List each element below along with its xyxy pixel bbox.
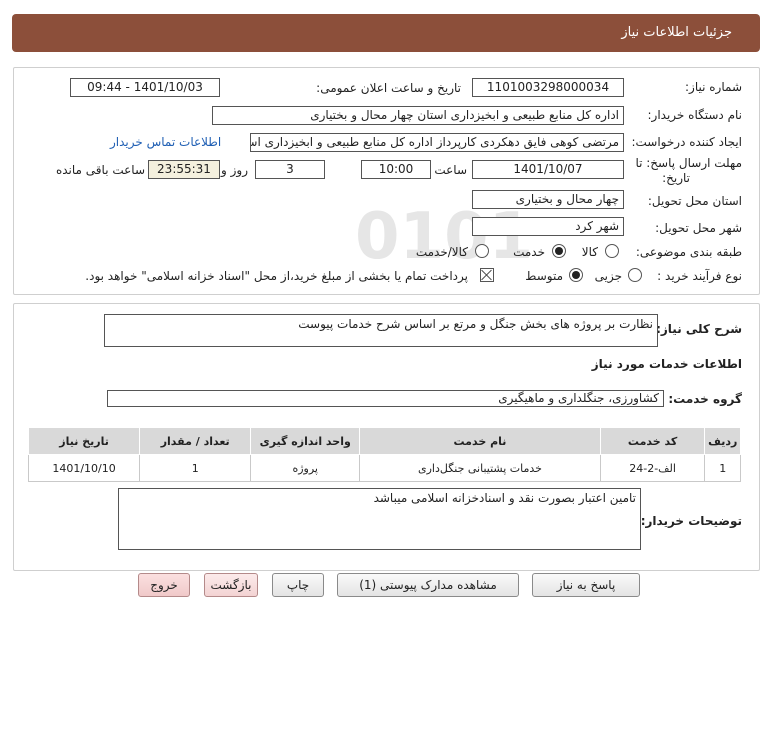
cell-name: خدمات پشتیبانی جنگل‌داری [359,454,601,482]
buyer-label: نام دستگاه خریدار: [647,108,743,122]
buyer-notes-label: توضیحات خریدار: [640,514,742,528]
deadline-label-date: تاریخ: [662,171,690,185]
col-header-unit: واحد اندازه گیری [250,427,361,455]
back-button[interactable]: بازگشت [204,573,258,597]
service-group-label: گروه خدمت: [668,392,742,406]
buyer-contact-link[interactable]: اطلاعات تماس خریدار [110,135,221,149]
table-header-row: ردیف کد خدمت نام خدمت واحد اندازه گیری ت… [27,427,741,455]
col-header-qty: تعداد / مقدار [139,427,252,455]
time-remaining-field: 23:55:31 [148,160,220,179]
need-number-field: 1101003298000034 [472,78,624,97]
col-header-date: تاریخ نیاز [27,427,141,455]
reply-button[interactable]: پاسخ به نیاز [532,573,640,597]
service-group-field: کشاورزی، جنگلداری و ماهیگیری [107,390,664,407]
page-header: جزئیات اطلاعات نیاز [12,14,760,52]
category-option-goods: کالا [581,245,598,259]
cell-unit: پروژه [250,454,361,482]
days-label: روز و [221,163,248,177]
deadline-time-field: 10:00 [361,160,431,179]
attachments-button[interactable]: مشاهده مدارک پیوستی (1) [337,573,519,597]
time-remaining-label: ساعت باقی مانده [55,163,145,177]
print-button[interactable]: چاپ [272,573,324,597]
buyer-notes-field: تامین اعتبار بصورت نقد و اسنادخزانه اسلا… [118,488,641,550]
process-option-minor: جزیی [594,269,622,283]
category-radio-goods-service[interactable] [475,244,489,258]
summary-label: شرح کلی نیاز: [656,322,742,336]
col-header-row: ردیف [704,427,741,455]
col-header-code: کد خدمت [599,427,706,455]
process-option-medium: متوسط [525,269,563,283]
deadline-label: مهلت ارسال پاسخ: تا [635,156,742,170]
cell-row: 1 [704,454,741,482]
category-radio-goods[interactable] [605,244,619,258]
process-label: نوع فرآیند خرید : [657,269,742,283]
buyer-field: اداره کل منابع طبیعی و ابخیزداری استان چ… [212,106,624,125]
services-table: ردیف کد خدمت نام خدمت واحد اندازه گیری ت… [27,427,741,482]
deadline-time-label: ساعت [434,163,467,177]
province-field: چهار محال و بختیاری [472,190,624,209]
need-info-panel [13,67,760,295]
category-option-service: خدمت [513,245,545,259]
cell-date: 1401/10/10 [27,454,141,482]
creator-field: مرتضی کوهی فایق دهکردی کارپرداز اداره کل… [250,133,624,152]
need-number-label: شماره نیاز: [685,80,742,94]
deadline-date-field: 1401/10/07 [472,160,624,179]
process-radio-minor[interactable] [628,268,642,282]
table-row: 1 الف-2-24 خدمات پشتیبانی جنگل‌داری پروژ… [27,454,741,482]
exit-button[interactable]: خروج [138,573,190,597]
creator-label: ایجاد کننده درخواست: [631,135,742,149]
services-heading: اطلاعات خدمات مورد نیاز [591,357,742,371]
col-header-name: نام خدمت [359,427,601,455]
province-label: استان محل تحویل: [647,194,742,208]
city-field: شهر کرد [472,217,624,236]
summary-field: نظارت بر پروژه های بخش جنگل و مرتع بر اس… [104,314,658,347]
announce-field: 1401/10/03 - 09:44 [70,78,220,97]
page-title: جزئیات اطلاعات نیاز [621,25,732,40]
city-label: شهر محل تحویل: [655,221,742,235]
treasury-payment-checkbox[interactable] [480,268,494,282]
days-remaining-field: 3 [255,160,325,179]
category-radio-service[interactable] [552,244,566,258]
process-radio-medium[interactable] [569,268,583,282]
announce-label: تاریخ و ساعت اعلان عمومی: [316,81,461,95]
cell-code: الف-2-24 [599,454,706,482]
category-label: طبقه بندی موضوعی: [635,245,742,259]
category-option-goods-service: کالا/خدمت [415,245,468,259]
cell-qty: 1 [139,454,252,482]
treasury-payment-note: پرداخت تمام یا بخشی از مبلغ خرید،از محل … [85,269,468,283]
